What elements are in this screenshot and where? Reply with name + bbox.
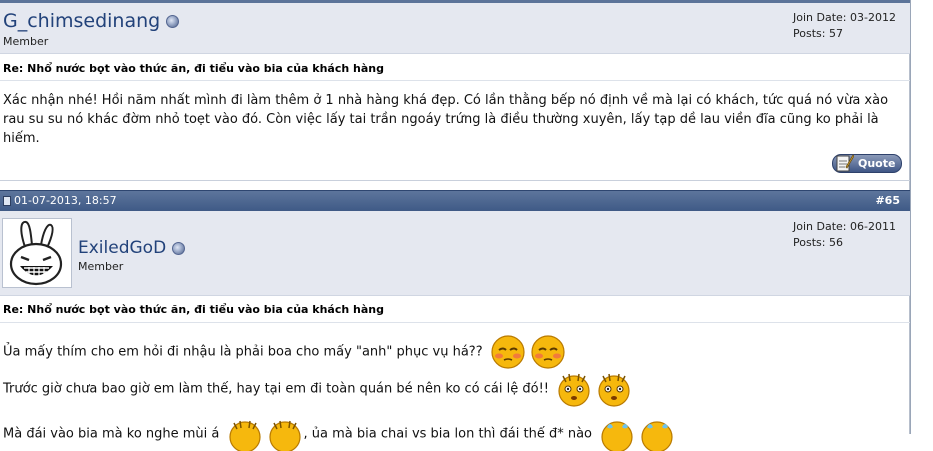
quote-icon xyxy=(836,154,854,172)
post2-join-date: Join Date: 06-2011 xyxy=(793,220,896,233)
post2-line2-text: Trước giờ chưa bao giờ em làm thế, hay t… xyxy=(3,381,549,397)
post2-message-line1: Ủa mấy thím cho em hỏi đi nhậu là phải b… xyxy=(3,334,903,370)
post1-quote-button[interactable]: Quote xyxy=(832,154,902,173)
post1-join-info: Join Date: 03-2012 Posts: 57 xyxy=(793,10,896,42)
post1-title-divider xyxy=(0,80,910,81)
post1-username-row: G_chimsedinang xyxy=(3,10,180,32)
post2-post-count: Posts: 56 xyxy=(793,236,843,249)
post2-username-row: ExiledGoD xyxy=(78,238,186,258)
post1-post-count: Posts: 57 xyxy=(793,27,843,40)
smiley-sweat-icon xyxy=(558,373,590,407)
post1-bottom-divider xyxy=(0,180,910,181)
post2-message-line3: Mà đái vào bia mà ko nghe mùi á , ủa mà … xyxy=(3,417,903,451)
forum-thread: G_chimsedinang Member Join Date: 03-2012… xyxy=(0,0,910,451)
post2-line3a-text: Mà đái vào bia mà ko nghe mùi á xyxy=(3,426,220,442)
smiley-sweat-icon xyxy=(641,421,673,451)
post2-number-link[interactable]: #65 xyxy=(875,194,900,207)
smiley-sweat-icon xyxy=(598,373,630,407)
avatar-rabbit-icon xyxy=(9,220,63,286)
smiley-sweat-icon xyxy=(601,421,633,451)
window-right-edge xyxy=(910,0,933,434)
status-offline-icon xyxy=(172,241,186,255)
post2-line3b-text: , ủa mà bia chai vs bia lon thì đái thế … xyxy=(303,426,592,442)
post2-title-divider xyxy=(0,322,910,323)
post2-date: 01-07-2013, 18:57 xyxy=(14,194,117,207)
smiley-sweat-icon xyxy=(228,420,261,451)
post1-message: Xác nhận nhé! Hồi năm nhất mình đi làm t… xyxy=(3,93,889,146)
status-offline-icon xyxy=(166,15,180,28)
post2-join-info: Join Date: 06-2011 Posts: 56 xyxy=(793,219,896,251)
smiley-blush-icon xyxy=(491,335,525,369)
post2-title: Re: Nhổ nước bọt vào thức ăn, đi tiểu và… xyxy=(3,303,384,316)
post1-user-title: Member xyxy=(3,35,49,48)
post2-message-line2: Trước giờ chưa bao giờ em làm thế, hay t… xyxy=(3,370,903,408)
post1-title: Re: Nhổ nước bọt vào thức ăn, đi tiểu và… xyxy=(3,62,384,75)
post1-quote-label: Quote xyxy=(858,157,896,170)
post2-username[interactable]: ExiledGoD xyxy=(78,238,166,258)
post-document-icon xyxy=(3,196,11,206)
post1-username[interactable]: G_chimsedinang xyxy=(3,10,160,32)
post1-join-date: Join Date: 03-2012 xyxy=(793,11,896,24)
smiley-blush-icon xyxy=(531,335,565,369)
avatar[interactable] xyxy=(2,218,72,288)
smiley-sweat-icon xyxy=(268,420,301,451)
post2-user-title: Member xyxy=(78,260,124,273)
post2-header-bar: 01-07-2013, 18:57 #65 xyxy=(0,190,910,211)
post2-line1-text: Ủa mấy thím cho em hỏi đi nhậu là phải b… xyxy=(3,344,483,360)
